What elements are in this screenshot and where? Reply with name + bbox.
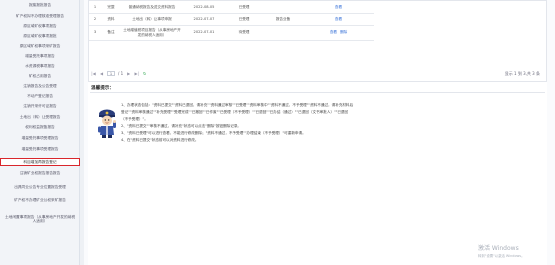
sidebar-item-label: 增量受托事项受理报告 [21,135,59,140]
cell-ops: 查看 [303,1,374,14]
cell-status: 已受理 [225,13,263,26]
cell-status: 待受理 [225,25,263,41]
sidebar-item[interactable]: 报废报批报告 [0,1,80,9]
sidebar-item[interactable]: 增量受托事项受理报告 [0,145,80,153]
sidebar-item-label: 水资源税事项报告 [25,63,55,68]
sidebar-item[interactable]: 原区域矿权事项报告 [0,22,80,30]
next-page-icon[interactable]: ▶ [126,71,131,76]
cell-no: 1 [89,1,101,14]
sidebar-item-label: 矿产权不办理矿业公权采矿报告 [14,197,66,202]
cell-no: 2 [89,13,101,26]
records-table: 1 完整 普通纳税报告及送交资料报告 2022-08-05 已受理 查看 2 资料 土地出（转）… [89,1,374,41]
sidebar-item[interactable]: 出具同业公告专业位置报告受理 [0,181,80,193]
table-row: 2 资料 土地出（转）让事项申报 2022-07-07 已受理 报告业备 查看 [89,13,374,26]
notice-line: 3、"资料已受理"可以进行查看，不能进行修改删除；"资料不通过，不予受理""办理… [121,131,306,135]
notice-line: 4、在"资料已提交"状态前可以对资料进行修改。 [121,138,199,142]
notice-line: （不予受理）"。 [121,117,148,121]
sidebar-item[interactable]: 土地闲置事项报告（从事房地产开发的纳税人适用） [0,211,80,227]
view-link[interactable]: 查看 [330,30,337,34]
sidebar-item[interactable]: 注销开采许可证报告 [0,102,80,110]
notice-section: 温馨提示： 1、办理状态包括："资料已提交""资料已退回，请补充""资料通过审核… [88,82,547,265]
sidebar-item-label: 矿产权拟不办理核准受理报告 [16,13,64,18]
sidebar-item-selected[interactable]: 科目增加再报告登记 [0,158,80,166]
windows-activation-watermark: 激活 Windows 转到"设置"以激活 Windows。 [478,243,524,258]
table-row: 1 完整 普通纳税报告及送交资料报告 2022-08-05 已受理 查看 [89,1,374,14]
cell-remark [263,25,303,41]
sidebar-gutter [80,0,84,265]
last-page-icon[interactable]: ▶| [134,71,139,76]
cell-remark: 报告业备 [263,13,303,26]
sidebar-item-label: 注销矿业权报告报告报告 [19,170,61,175]
notice-title: 温馨提示： [91,86,114,91]
page-total: / 1 [118,71,124,76]
cell-type: 完整 [101,1,121,14]
sidebar-item[interactable]: 矿产权不办理矿业公权采矿报告 [0,194,80,206]
sidebar-item[interactable]: 不动产登记报告 [0,92,80,100]
watermark-subtitle: 转到"设置"以激活 Windows。 [478,254,525,258]
cell-no: 3 [89,25,101,41]
sidebar: 报废报批报告矿产权拟不办理核准受理报告 原区域矿权事项报告 原区域矿权事项报批 原区域… [0,0,80,265]
sidebar-item-label: 土地闲置事项报告（从事房地产开发的纳税人适用） [4,214,76,223]
sidebar-item[interactable]: 注销矿业权报告报告报告 [0,169,80,177]
sidebar-item[interactable]: 原区域矿权事项采矿报告 [0,42,80,50]
sidebar-item-label: 注销报告及公告受理 [23,83,57,88]
cell-remark [263,1,303,14]
sidebar-item-label: 矿权占用报告 [28,73,52,78]
sidebar-item-label: 增量受托事项报告 [25,53,55,58]
view-link[interactable]: 查看 [335,17,342,21]
sidebar-item-label: 原区域矿权事项采矿报告 [19,43,61,48]
cell-type: 资料 [101,13,121,26]
pager-info: 显示 1 到 3,共 3 条 [504,71,540,76]
cell-date: 2022-08-05 [183,1,225,14]
sidebar-item-label: 原区域矿权事项报批 [23,33,57,38]
sidebar-item-label: 原区域矿权事项报告 [23,23,57,28]
prev-page-icon[interactable]: ◀ [99,71,104,76]
cell-title: 土地增值税项目报告（从事房地产开发的纳税人适用） [121,25,183,41]
divider [90,92,545,93]
delete-link[interactable]: 删除 [340,30,347,34]
refresh-icon[interactable]: ↻ [142,71,147,76]
notice-line: 2、"资料已提交""审核不通过，请补充"状态可以点击"删除"按钮删除记录。 [121,124,242,128]
notice-line: 1、办理状态包括："资料已提交""资料已退回，请补充""资料通过审核""已受理"… [121,103,354,107]
records-panel: 1 完整 普通纳税报告及送交资料报告 2022-08-05 已受理 查看 2 资料 土地出（转）… [88,0,547,82]
cell-status: 已受理 [225,1,263,14]
pagination: |◀ ◀ 1 / 1 ▶ ▶| ↻ [91,71,147,76]
sidebar-item[interactable]: 增量受托事项报告 [0,52,80,60]
sidebar-item[interactable]: 矿产权拟不办理核准受理报告 [0,12,80,20]
sidebar-item-label: 土地出（转）让受理报告 [19,114,61,119]
cell-date: 2022-07-07 [183,13,225,26]
first-page-icon[interactable]: |◀ [91,71,96,76]
sidebar-item[interactable]: 权利权益报备报告 [0,123,80,131]
sidebar-item-label: 注销开采许可证报告 [23,103,57,108]
cell-date: 2022-07-01 [183,25,225,41]
sidebar-item[interactable]: 注销报告及公告受理 [0,82,80,90]
cell-title: 土地出（转）让事项申报 [121,13,183,26]
watermark-title: 激活 Windows [478,245,519,252]
sidebar-item[interactable]: 增量受托事项受理报告 [0,134,80,142]
cell-title: 普通纳税报告及送交资料报告 [121,1,183,14]
table-row: 3 备注 土地增值税项目报告（从事房地产开发的纳税人适用） 2022-07-01 待受理… [89,25,374,41]
sidebar-item[interactable]: 原区域矿权事项报批 [0,32,80,40]
sidebar-item[interactable]: 矿权占用报告 [0,72,80,80]
cell-ops: 查看 [303,13,374,26]
sidebar-item-label: 出具同业公告专业位置报告受理 [14,184,66,189]
sidebar-item-label: 增量受托事项受理报告 [21,146,59,151]
cell-type: 备注 [101,25,121,41]
sidebar-item-label: 权利权益报备报告 [25,124,55,129]
sidebar-item[interactable]: 水资源税事项报告 [0,62,80,70]
notice-body: 1、办理状态包括："资料已提交""资料已退回，请补充""资料通过审核""已受理"… [121,102,411,144]
notice-line: 登记""资料审核通过""补充受理""受理完成""已撤回""已作废""已受理（不予… [121,110,349,114]
page-number-input[interactable]: 1 [107,71,115,76]
cell-ops: 查看 删除 [303,25,374,41]
police-mascot-icon [96,108,118,142]
view-link[interactable]: 查看 [335,5,342,9]
sidebar-item[interactable]: 土地出（转）让受理报告 [0,113,80,121]
sidebar-item-label: 科目增加再报告登记 [23,159,57,164]
sidebar-item-label: 报废报批报告 [28,2,52,7]
sidebar-item-label: 不动产登记报告 [27,93,53,98]
